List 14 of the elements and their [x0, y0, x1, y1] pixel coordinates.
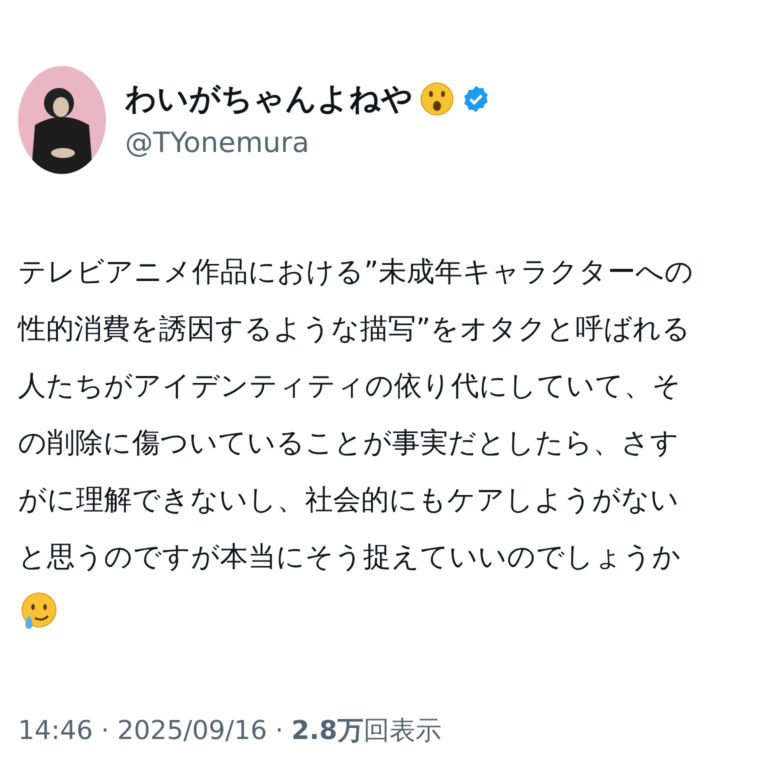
tweet-text-line: テレビアニメ作品における”未成年キャラクターへの — [18, 254, 695, 290]
tweet-text-line: の削除に傷ついていることが事実だとしたら、さす — [18, 425, 680, 461]
tweet-text-line: がに理解できないし、社会的にもケアしようがない — [18, 482, 680, 518]
tweet-text-line: と思うのですが本当にそう捉えていいのでしょうか — [18, 539, 682, 575]
tweet-text-line: 性的消費を誘因するような描写”をオタクと呼ばれる — [18, 311, 692, 347]
post-time: 14:46 — [18, 715, 93, 748]
surprised-face-icon — [419, 81, 455, 117]
separator-dot: · — [100, 715, 110, 748]
post-date: 2025/09/16 — [117, 715, 268, 748]
display-name: わいがちゃんよねや — [125, 80, 413, 119]
separator-dot: · — [275, 715, 284, 748]
tweet-text-line: 人たちがアイデンティティの依り代にしていて、そ — [18, 368, 682, 404]
user-handle[interactable]: @TYonemura — [125, 125, 491, 161]
view-count: 2.8万回表示 — [291, 715, 442, 748]
